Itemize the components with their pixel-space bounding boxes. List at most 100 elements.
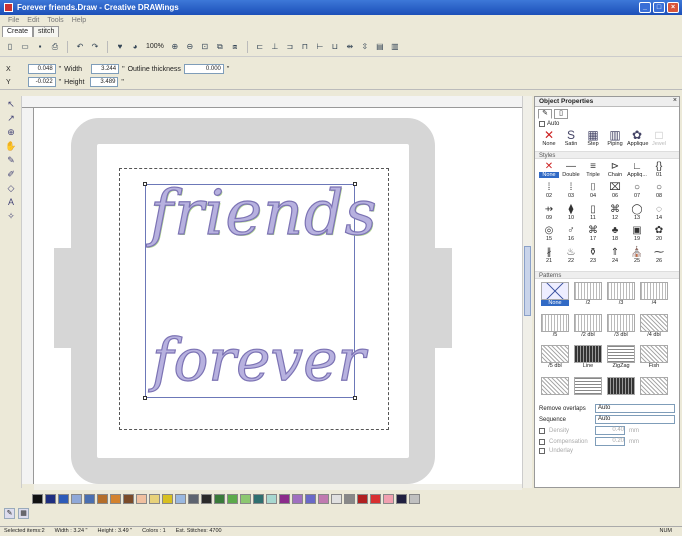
width-input[interactable]: 3.244 [91, 64, 120, 74]
pattern-item[interactable]: Fish [640, 345, 668, 375]
pattern-item[interactable] [574, 376, 602, 401]
style-item[interactable]: ♨ 22 [561, 247, 581, 267]
style-item[interactable]: ⁞ 03 [561, 182, 581, 202]
color-swatch[interactable] [110, 494, 121, 504]
align-right-icon[interactable]: ⊐ [284, 41, 296, 53]
style-item[interactable]: ⌘ 12 [605, 204, 625, 224]
pattern-item[interactable]: /3 [607, 282, 635, 312]
color-swatch[interactable] [214, 494, 225, 504]
pattern-item[interactable]: /5 [541, 313, 569, 344]
shapes-tool-icon[interactable]: ◇ [4, 182, 18, 194]
stitch-type-satin[interactable]: S Satin [561, 129, 581, 147]
embroidery-text-friends[interactable]: friends [149, 175, 377, 249]
scroll-thumb[interactable] [524, 246, 531, 316]
style-item[interactable]: {} 01 [649, 161, 669, 181]
align-bottom-icon[interactable]: ⊔ [329, 41, 341, 53]
pattern-item[interactable] [640, 376, 668, 401]
design-canvas[interactable]: friends forever [34, 108, 522, 484]
density-input[interactable]: 0.40 [595, 426, 625, 435]
style-item[interactable]: ⁞ 02 [539, 182, 559, 202]
style-item[interactable]: ⌘ 17 [583, 225, 603, 245]
stitch-type-applique[interactable]: ✿ Applique [627, 129, 648, 147]
style-item[interactable]: ⌧ 06 [605, 182, 625, 202]
close-icon[interactable]: × [673, 97, 677, 104]
style-item[interactable]: ◯ 13 [627, 204, 647, 224]
color-swatch[interactable] [201, 494, 212, 504]
maximize-button[interactable]: □ [653, 2, 665, 13]
fill-tool-icon[interactable]: ✧ [4, 210, 18, 222]
style-item[interactable]: ◌ 14 [649, 204, 669, 224]
color-swatch[interactable] [266, 494, 277, 504]
color-swatch[interactable] [136, 494, 147, 504]
stitch-type-none[interactable]: ✕ None [539, 129, 559, 147]
distribute-v-icon[interactable]: ⇳ [359, 41, 371, 53]
menu-edit[interactable]: Edit [27, 17, 39, 24]
distribute-h-icon[interactable]: ⇹ [344, 41, 356, 53]
outline-thickness-input[interactable]: 0.000 [183, 64, 224, 74]
redo-icon[interactable]: ↷ [89, 41, 101, 53]
menu-help[interactable]: Help [72, 17, 86, 24]
pattern-item[interactable]: /2 [574, 282, 602, 312]
x-position-input[interactable]: 0.048 [27, 64, 56, 74]
stitch-type-step[interactable]: ▦ Step [583, 129, 603, 147]
tab-stitch-properties[interactable]: ✎ [538, 109, 552, 119]
style-item[interactable]: ⊳ Chain [605, 161, 625, 181]
color-swatch[interactable] [305, 494, 316, 504]
style-item[interactable]: ⧫ 10 [561, 204, 581, 224]
color-swatch[interactable] [383, 494, 394, 504]
pattern-item[interactable]: /4 dbl [640, 313, 668, 344]
style-item[interactable]: ♣ 18 [605, 225, 625, 245]
freehand-tool-icon[interactable]: ✐ [4, 168, 18, 180]
new-file-icon[interactable]: ▯ [4, 41, 16, 53]
color-swatch[interactable] [149, 494, 160, 504]
pen-tool-icon[interactable]: ✎ [4, 154, 18, 166]
color-swatch[interactable] [240, 494, 251, 504]
color-swatch[interactable] [58, 494, 69, 504]
menu-file[interactable]: File [8, 17, 19, 24]
style-item[interactable]: ♂ 16 [561, 225, 581, 245]
group-icon[interactable]: ⧉ [214, 41, 226, 53]
compensation-checkbox[interactable] [539, 438, 545, 445]
style-item[interactable]: ◎ 15 [539, 225, 559, 245]
zoom-out-icon[interactable]: ⊖ [184, 41, 196, 53]
style-item[interactable]: ⌷ 04 [583, 182, 603, 202]
embroidery-text-forever[interactable]: forever [151, 325, 365, 394]
pattern-item[interactable]: /2 dbl [574, 313, 602, 344]
print-icon[interactable]: ⎙ [49, 41, 61, 53]
color-swatch[interactable] [45, 494, 56, 504]
same-height-icon[interactable]: ▥ [389, 41, 401, 53]
align-left-icon[interactable]: ⊏ [254, 41, 266, 53]
sequence-select[interactable]: Auto [595, 415, 675, 424]
align-middle-icon[interactable]: ⊢ [314, 41, 326, 53]
style-item[interactable]: ⇸ 09 [539, 204, 559, 224]
pattern-item[interactable]: None [541, 282, 569, 312]
underlay-checkbox[interactable] [539, 448, 545, 454]
color-swatch[interactable] [357, 494, 368, 504]
open-file-icon[interactable]: ▭ [19, 41, 31, 53]
horizontal-scrollbar[interactable] [34, 484, 522, 490]
auto-checkbox[interactable] [539, 121, 545, 127]
style-item[interactable]: ○ 08 [649, 182, 669, 202]
pattern-item[interactable]: Line [574, 345, 602, 375]
style-item[interactable]: ∦ 21 [539, 247, 559, 267]
style-item[interactable]: ✕ None [539, 161, 559, 181]
pattern-item[interactable] [607, 376, 635, 401]
color-swatch[interactable] [97, 494, 108, 504]
pan-tool-icon[interactable]: ✋ [4, 140, 18, 152]
vertical-scrollbar[interactable] [522, 96, 532, 488]
color-swatch[interactable] [370, 494, 381, 504]
save-icon[interactable]: ▪ [34, 41, 46, 53]
color-swatch[interactable] [331, 494, 342, 504]
color-swatch[interactable] [253, 494, 264, 504]
resize-handle[interactable] [143, 396, 147, 400]
tab-create[interactable]: Create [2, 26, 34, 37]
style-item[interactable]: — Double [561, 161, 581, 181]
align-center-icon[interactable]: ⊥ [269, 41, 281, 53]
ungroup-icon[interactable]: ⧈ [229, 41, 241, 53]
resize-handle[interactable] [353, 396, 357, 400]
color-picker-icon[interactable]: ✎ [4, 508, 15, 519]
color-swatch[interactable] [409, 494, 420, 504]
pattern-item[interactable]: /4 [640, 282, 668, 312]
zoom-in-icon[interactable]: ⊕ [169, 41, 181, 53]
menu-tools[interactable]: Tools [47, 17, 63, 24]
